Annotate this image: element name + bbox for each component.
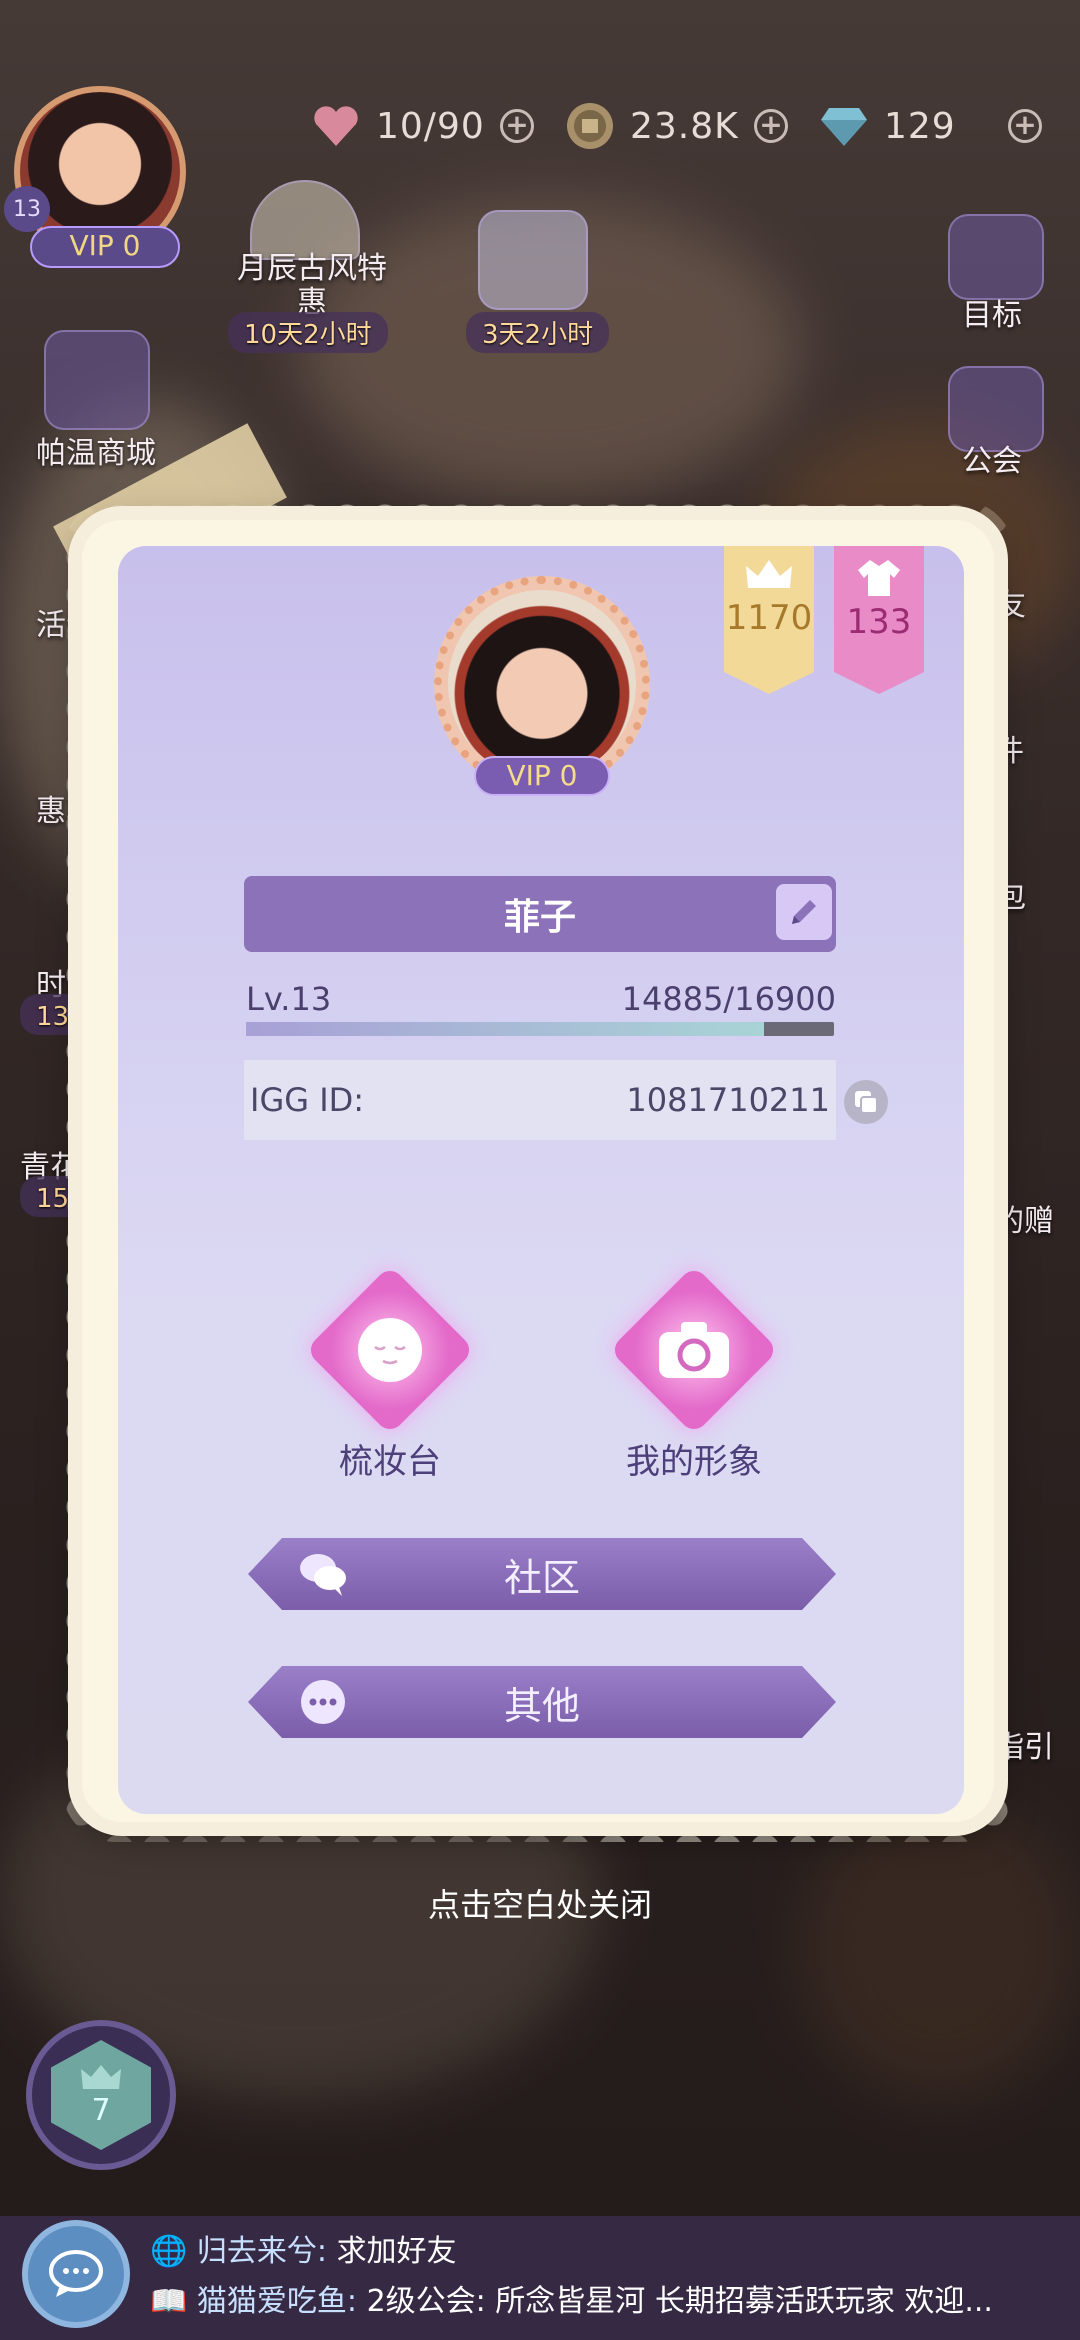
- resource-bar: 10/90 + 23.8K + 129 +: [310, 100, 1042, 152]
- coins-resource: 23.8K +: [564, 100, 788, 152]
- shop-icon[interactable]: [44, 330, 150, 430]
- goal-icon[interactable]: [948, 214, 1044, 300]
- diamonds-value: 129: [884, 105, 956, 147]
- camera-icon: [659, 1322, 729, 1378]
- chat-message-2: 📖 猫猫爱吃鱼: 2级公会: 所念皆星河 长期招募活跃玩家 欢迎...: [150, 2276, 1030, 2320]
- moon-promo-label: 月辰古风特惠: [237, 251, 387, 320]
- igg-id-label: IGG ID:: [250, 1081, 365, 1119]
- book-icon: 📖: [150, 2284, 188, 2319]
- profile-vip-badge: VIP 0: [474, 756, 610, 796]
- other-button[interactable]: 其他: [248, 1666, 836, 1738]
- hearts-value: 10/90: [376, 105, 485, 147]
- xp-bar: [246, 1022, 834, 1036]
- chat-message-1: 🌐 归去来兮: 求加好友: [150, 2226, 1030, 2270]
- community-button[interactable]: 社区: [248, 1538, 836, 1610]
- close-hint[interactable]: 点击空白处关闭: [0, 1880, 1080, 1926]
- face-icon: [358, 1318, 422, 1382]
- dresser-label: 梳妆台: [339, 1442, 441, 1482]
- chat-button[interactable]: [22, 2220, 130, 2328]
- level-row: Lv.13 14885/16900: [246, 980, 836, 1018]
- player-level-badge: 13: [4, 186, 50, 232]
- gift-label: 的赠: [994, 1204, 1054, 1239]
- appearance-icon-frame: [609, 1265, 779, 1435]
- dresser-button[interactable]: 梳妆台: [290, 1265, 490, 1483]
- mail-label: 件: [994, 734, 1024, 769]
- pencil-icon: [792, 900, 816, 924]
- dresser-icon-frame: [305, 1265, 475, 1435]
- hexagon-crown-icon: 7: [51, 2040, 151, 2150]
- globe-icon: 🌐: [150, 2234, 188, 2269]
- outfit-count: 133: [846, 602, 912, 642]
- hearts-resource: 10/90 +: [310, 100, 534, 152]
- diamond-icon: [818, 100, 870, 152]
- shop-label: 帕温商城: [36, 436, 156, 471]
- diamonds-resource: 129 +: [818, 100, 1042, 152]
- chat-text-1: 求加好友: [336, 2234, 457, 2269]
- copy-icon: [855, 1091, 878, 1114]
- guide-label: 指引: [994, 1730, 1054, 1765]
- xp-text: 14885/16900: [621, 980, 836, 1018]
- player-name: 菲子: [503, 897, 576, 938]
- bag-promo-timer: 3天2小时: [466, 312, 610, 353]
- add-diamonds-button[interactable]: +: [1008, 109, 1042, 143]
- moon-promo-timer: 10天2小时: [228, 312, 388, 353]
- igg-id-value: 1081710211: [626, 1081, 830, 1119]
- my-appearance-button[interactable]: 我的形象: [594, 1265, 794, 1483]
- chat-user-1: 归去来兮:: [196, 2234, 328, 2269]
- dress-icon: [858, 560, 900, 596]
- heart-icon: [310, 100, 362, 152]
- level-text: Lv.13: [246, 980, 332, 1018]
- coins-value: 23.8K: [630, 105, 739, 147]
- name-bar: 菲子: [244, 876, 836, 952]
- appearance-label: 我的形象: [626, 1442, 762, 1482]
- community-label: 社区: [503, 1555, 580, 1600]
- friends-label: 友: [996, 588, 1026, 623]
- bag-label: 包: [996, 880, 1026, 915]
- coin-icon: [564, 100, 616, 152]
- crown-ribbon[interactable]: 1170: [724, 546, 814, 694]
- crown-icon: [746, 560, 792, 588]
- chat-icon: [49, 2250, 103, 2297]
- more-icon: [298, 1678, 348, 1726]
- add-coins-button[interactable]: +: [754, 109, 788, 143]
- crown-level-value: 7: [91, 2092, 111, 2128]
- xp-bar-fill: [246, 1022, 764, 1036]
- edit-name-button[interactable]: [776, 884, 832, 940]
- igg-id-row: IGG ID: 1081710211: [244, 1060, 836, 1140]
- bag-promo-icon[interactable]: [478, 210, 588, 310]
- player-vip-badge: VIP 0: [30, 226, 180, 268]
- add-hearts-button[interactable]: +: [500, 109, 534, 143]
- avatar-portrait: [448, 590, 636, 778]
- copy-id-button[interactable]: [844, 1080, 888, 1124]
- chat-user-2: 猫猫爱吃鱼:: [196, 2284, 358, 2319]
- crown-count: 1170: [725, 598, 813, 638]
- goal-label: 目标: [962, 298, 1022, 333]
- guild-label: 公会: [962, 444, 1022, 479]
- crown-level-badge[interactable]: 7: [26, 2020, 176, 2170]
- chat-text-2: 2级公会: 所念皆星河 长期招募活跃玩家 欢迎...: [366, 2284, 993, 2319]
- chat-bubble-icon: [298, 1550, 348, 1598]
- outfit-ribbon[interactable]: 133: [834, 546, 924, 694]
- other-label: 其他: [503, 1683, 580, 1728]
